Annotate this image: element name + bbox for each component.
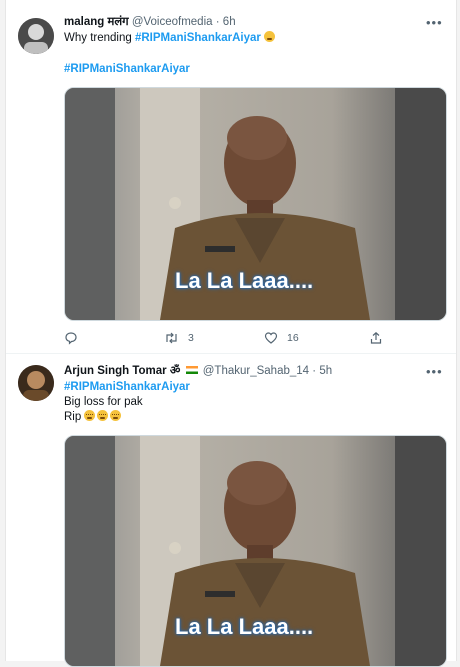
retweet-count: 3 — [188, 332, 194, 344]
tweet-text-rip: Rip — [64, 411, 82, 423]
tweet-text-line-1: #RIPManiShankarAiyar — [64, 380, 190, 395]
user-handle[interactable]: @Voiceofmedia — [132, 16, 213, 28]
thinking-emoji-icon — [264, 31, 276, 42]
more-icon[interactable]: ••• — [426, 365, 442, 378]
hashtag-link[interactable]: #RIPManiShankarAiyar — [135, 32, 261, 44]
avatar[interactable] — [18, 365, 54, 401]
video-caption: La La Laaa.... — [175, 614, 314, 639]
hashtag-link[interactable]: #RIPManiShankarAiyar — [64, 381, 190, 393]
tweet-time[interactable]: 5h — [319, 365, 332, 377]
retweet-icon — [166, 332, 177, 344]
user-handle[interactable]: @Thakur_Sahab_14 — [203, 365, 309, 377]
avatar[interactable] — [18, 18, 54, 54]
tweet[interactable]: malang मलंग @Voiceofmedia · 6h ••• Why t… — [6, 0, 456, 350]
tweet-time[interactable]: 6h — [223, 16, 236, 28]
crying-emoji-icon — [110, 410, 122, 421]
user-name[interactable]: Arjun Singh Tomar ॐ — [64, 365, 180, 377]
timeline: malang मलंग @Voiceofmedia · 6h ••• Why t… — [5, 0, 457, 667]
tweet-video[interactable]: La La Laaa.... — [64, 435, 447, 667]
tweet[interactable]: Arjun Singh Tomar ॐ @Thakur_Sahab_14 · 5… — [6, 354, 456, 667]
like-icon — [264, 332, 278, 344]
more-icon[interactable]: ••• — [426, 16, 442, 29]
tweet-actions: 3 16 — [64, 330, 444, 346]
crying-emoji-icon — [97, 410, 109, 421]
like-count: 16 — [287, 332, 299, 344]
tweet-text-prefix: Why trending — [64, 32, 132, 44]
tweet-text: Why trending #RIPManiShankarAiyar — [64, 31, 277, 46]
reply-icon — [65, 332, 77, 345]
tweet-header: Arjun Singh Tomar ॐ @Thakur_Sahab_14 · 5… — [64, 364, 332, 379]
india-flag-icon — [185, 366, 198, 374]
share-icon — [370, 331, 382, 344]
tweet-text-line-2: Big loss for pak — [64, 396, 143, 408]
reply-button[interactable] — [64, 330, 87, 346]
avatar-image — [18, 365, 54, 401]
hashtag-link[interactable]: #RIPManiShankarAiyar — [64, 63, 190, 75]
tweet-video[interactable]: La La Laaa.... — [64, 87, 447, 321]
user-name[interactable]: malang मलंग — [64, 16, 129, 28]
crying-emoji-icon — [84, 410, 96, 421]
tweet-text-line-3: Rip — [64, 410, 123, 425]
video-caption: La La Laaa.... — [175, 268, 314, 293]
tweet-header: malang मलंग @Voiceofmedia · 6h — [64, 15, 236, 30]
like-button[interactable]: 16 — [264, 330, 299, 346]
share-button[interactable] — [369, 330, 383, 346]
retweet-button[interactable]: 3 — [164, 330, 194, 346]
time-separator: · — [312, 365, 317, 377]
tweet-text-line-2: #RIPManiShankarAiyar — [64, 62, 190, 77]
avatar-image — [18, 18, 54, 54]
time-separator: · — [215, 16, 220, 28]
